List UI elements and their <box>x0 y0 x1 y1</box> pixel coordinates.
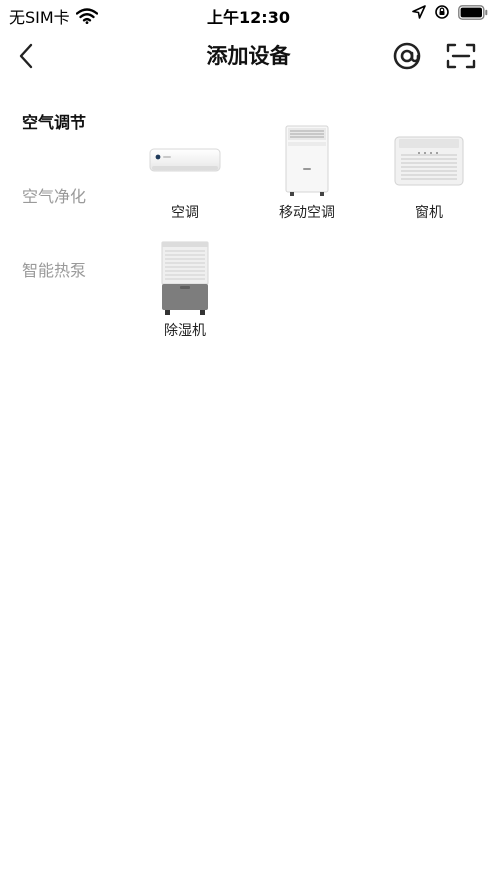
window-air-conditioner-icon <box>394 136 464 186</box>
device-label: 窗机 <box>415 205 443 221</box>
device-card-dehumidifier[interactable]: 除湿机 <box>128 236 242 350</box>
portable-air-conditioner-icon <box>285 125 329 196</box>
split-air-conditioner-icon <box>149 148 221 172</box>
nav-bar: 添加设备 <box>0 28 497 84</box>
category-smart-heat-pump[interactable]: 智能热泵 <box>0 248 120 322</box>
device-label: 空调 <box>171 205 199 221</box>
category-air-purification[interactable]: 空气净化 <box>0 174 120 248</box>
status-bar: 无SIM卡 上午12:30 <box>0 0 497 28</box>
scan-button[interactable] <box>445 38 477 74</box>
device-label: 移动空调 <box>279 205 335 221</box>
at-sign-icon <box>393 42 421 70</box>
device-label: 除湿机 <box>164 323 206 339</box>
device-card-air-conditioner[interactable]: 空调 <box>128 118 242 232</box>
status-right <box>412 4 488 20</box>
device-grid: 空调 移动空调 窗机 除湿机 <box>128 118 488 350</box>
battery-icon <box>458 4 488 20</box>
category-sidebar: 空气调节 空气净化 智能热泵 <box>0 100 120 322</box>
orientation-lock-icon <box>435 5 449 19</box>
category-air-conditioning[interactable]: 空气调节 <box>0 100 120 174</box>
chevron-left-icon <box>19 43 33 69</box>
back-button[interactable] <box>10 38 42 74</box>
mention-button[interactable] <box>391 38 423 74</box>
scan-icon <box>446 43 476 69</box>
location-arrow-icon <box>412 5 426 19</box>
nav-actions <box>391 38 477 74</box>
dehumidifier-icon <box>161 241 209 315</box>
device-card-portable-air-conditioner[interactable]: 移动空调 <box>250 118 364 232</box>
device-card-window-air-conditioner[interactable]: 窗机 <box>372 118 486 232</box>
